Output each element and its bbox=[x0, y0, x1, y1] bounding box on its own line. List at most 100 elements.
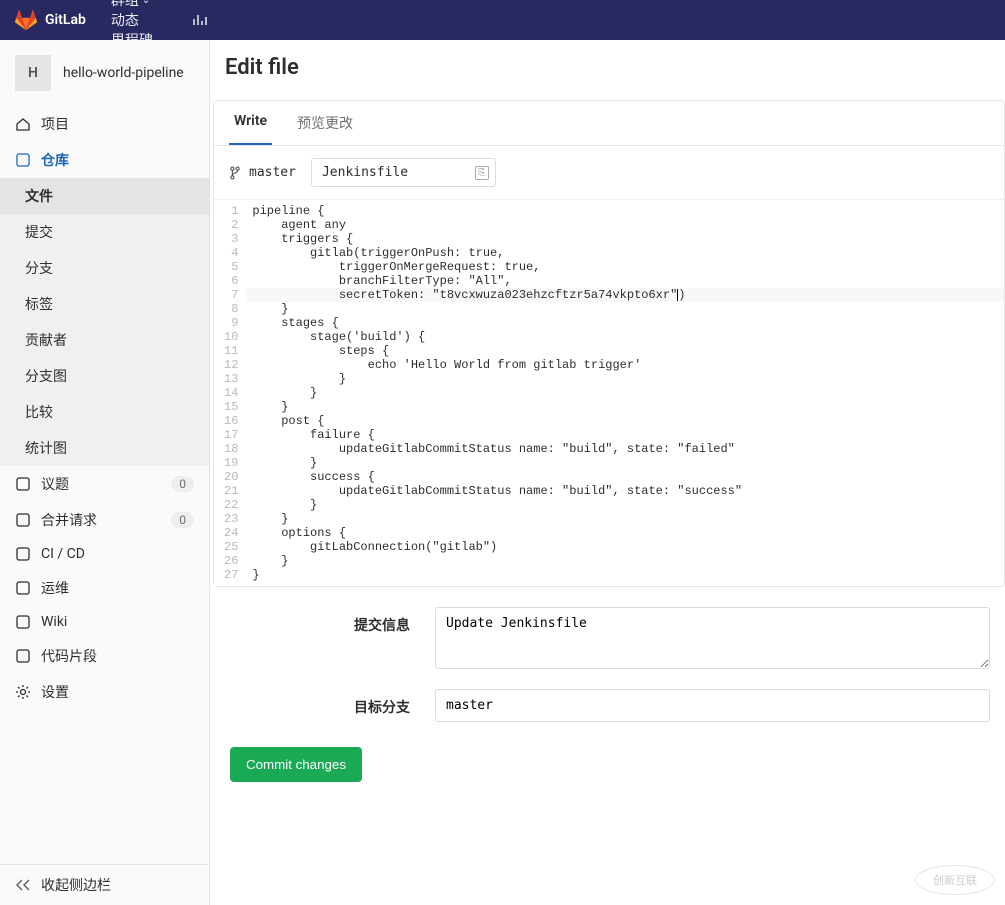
sidebar-item-doc[interactable]: 仓库 bbox=[0, 142, 209, 178]
badge: 0 bbox=[171, 476, 194, 492]
code-line[interactable]: gitlab(triggerOnPush: true, bbox=[246, 246, 1004, 260]
target-branch-label: 目标分支 bbox=[340, 689, 435, 717]
sidebar-item-snippet[interactable]: 代码片段 bbox=[0, 638, 209, 674]
code-line[interactable]: updateGitlabCommitStatus name: "build", … bbox=[246, 484, 1004, 498]
line-number: 8 bbox=[224, 302, 238, 316]
line-number: 18 bbox=[224, 442, 238, 456]
code-line[interactable]: options { bbox=[246, 526, 1004, 540]
gear-icon bbox=[15, 684, 31, 700]
code-line[interactable]: } bbox=[246, 554, 1004, 568]
line-number: 23 bbox=[224, 512, 238, 526]
sub-分支图[interactable]: 分支图 bbox=[0, 358, 209, 394]
branch-selector[interactable]: master bbox=[229, 165, 296, 180]
project-avatar: H bbox=[15, 55, 51, 91]
code-line[interactable]: success { bbox=[246, 470, 1004, 484]
sidebar-item-gear[interactable]: 设置 bbox=[0, 674, 209, 710]
commit-button[interactable]: Commit changes bbox=[230, 747, 362, 782]
sidebar-item-book[interactable]: Wiki bbox=[0, 606, 209, 638]
line-number: 22 bbox=[224, 498, 238, 512]
code-line[interactable]: triggers { bbox=[246, 232, 1004, 246]
project-header[interactable]: H hello-world-pipeline bbox=[0, 40, 209, 106]
sidebar: H hello-world-pipeline 项目仓库文件提交分支标签贡献者分支… bbox=[0, 40, 210, 905]
issues-icon bbox=[15, 476, 31, 492]
code-editor[interactable]: 1234567891011121314151617181920212223242… bbox=[214, 199, 1004, 586]
code-line[interactable]: gitLabConnection("gitlab") bbox=[246, 540, 1004, 554]
code-line[interactable]: } bbox=[246, 498, 1004, 512]
code-line[interactable]: pipeline { bbox=[246, 204, 1004, 218]
line-number: 5 bbox=[224, 260, 238, 274]
line-number: 3 bbox=[224, 232, 238, 246]
branch-name: master bbox=[249, 165, 296, 180]
mr-icon bbox=[15, 512, 31, 528]
collapse-label: 收起侧边栏 bbox=[41, 875, 111, 895]
line-number: 19 bbox=[224, 456, 238, 470]
code-line[interactable]: } bbox=[246, 372, 1004, 386]
cloud-icon bbox=[15, 580, 31, 596]
sub-统计图[interactable]: 统计图 bbox=[0, 430, 209, 466]
code-line[interactable]: } bbox=[246, 302, 1004, 316]
filename-input[interactable]: Jenkinsfile ⎘ bbox=[311, 158, 496, 187]
line-number: 2 bbox=[224, 218, 238, 232]
gitlab-icon bbox=[15, 9, 37, 31]
code-line[interactable]: } bbox=[246, 512, 1004, 526]
code-line[interactable]: } bbox=[246, 456, 1004, 470]
code-line[interactable]: } bbox=[246, 568, 1004, 582]
line-number: 26 bbox=[224, 554, 238, 568]
sub-标签[interactable]: 标签 bbox=[0, 286, 209, 322]
sidebar-item-issues[interactable]: 议题0 bbox=[0, 466, 209, 502]
nav-2[interactable]: 动态 bbox=[111, 10, 167, 30]
rocket-icon bbox=[15, 546, 31, 562]
code-line[interactable]: failure { bbox=[246, 428, 1004, 442]
sub-贡献者[interactable]: 贡献者 bbox=[0, 322, 209, 358]
sub-比较[interactable]: 比较 bbox=[0, 394, 209, 430]
line-number: 11 bbox=[224, 344, 238, 358]
sub-文件[interactable]: 文件 bbox=[0, 178, 209, 214]
code-line[interactable]: } bbox=[246, 400, 1004, 414]
chevron-down-icon: ⌄ bbox=[142, 0, 150, 6]
code-line[interactable]: stage('build') { bbox=[246, 330, 1004, 344]
sidebar-label: Wiki bbox=[41, 614, 67, 630]
tab-write[interactable]: Write bbox=[229, 101, 272, 145]
line-number: 21 bbox=[224, 484, 238, 498]
sidebar-label: 项目 bbox=[41, 114, 69, 134]
code-line[interactable]: branchFilterType: "All", bbox=[246, 274, 1004, 288]
sidebar-item-rocket[interactable]: CI / CD bbox=[0, 538, 209, 570]
sidebar-item-mr[interactable]: 合并请求0 bbox=[0, 502, 209, 538]
sub-分支[interactable]: 分支 bbox=[0, 250, 209, 286]
branch-icon bbox=[229, 166, 241, 180]
sidebar-item-home[interactable]: 项目 bbox=[0, 106, 209, 142]
page-title: Edit file bbox=[225, 55, 1005, 100]
collapse-icon bbox=[15, 877, 31, 893]
commit-message-label: 提交信息 bbox=[340, 607, 435, 635]
line-number: 15 bbox=[224, 400, 238, 414]
tab-preview[interactable]: 预览更改 bbox=[292, 101, 358, 145]
collapse-sidebar[interactable]: 收起侧边栏 bbox=[0, 864, 209, 905]
line-number: 1 bbox=[224, 204, 238, 218]
line-number: 16 bbox=[224, 414, 238, 428]
code-line[interactable]: agent any bbox=[246, 218, 1004, 232]
code-line[interactable]: } bbox=[246, 386, 1004, 400]
code-line[interactable]: post { bbox=[246, 414, 1004, 428]
sidebar-item-cloud[interactable]: 运维 bbox=[0, 570, 209, 606]
template-icon[interactable]: ⎘ bbox=[475, 166, 489, 180]
code-line[interactable]: updateGitlabCommitStatus name: "build", … bbox=[246, 442, 1004, 456]
commit-message-input[interactable] bbox=[435, 607, 990, 669]
code-line[interactable]: triggerOnMergeRequest: true, bbox=[246, 260, 1004, 274]
line-number: 25 bbox=[224, 540, 238, 554]
line-number: 12 bbox=[224, 358, 238, 372]
code-line[interactable]: echo 'Hello World from gitlab trigger' bbox=[246, 358, 1004, 372]
code-line[interactable]: steps { bbox=[246, 344, 1004, 358]
line-number: 20 bbox=[224, 470, 238, 484]
target-branch-input[interactable] bbox=[435, 689, 990, 722]
code-line[interactable]: stages { bbox=[246, 316, 1004, 330]
activity-icon[interactable] bbox=[192, 12, 208, 28]
gitlab-logo[interactable]: GitLab bbox=[15, 9, 86, 31]
line-number: 6 bbox=[224, 274, 238, 288]
code-line[interactable]: secretToken: "t8vcxwuza023ehzcftzr5a74vk… bbox=[246, 288, 1004, 302]
sidebar-label: 运维 bbox=[41, 578, 69, 598]
sub-提交[interactable]: 提交 bbox=[0, 214, 209, 250]
nav-1[interactable]: 群组⌄ bbox=[111, 0, 167, 10]
sidebar-label: 设置 bbox=[41, 682, 69, 702]
line-number: 9 bbox=[224, 316, 238, 330]
book-icon bbox=[15, 614, 31, 630]
